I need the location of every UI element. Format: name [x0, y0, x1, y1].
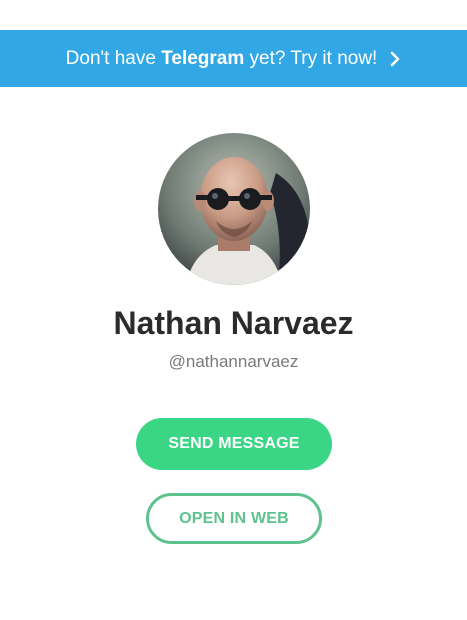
- banner-text-after: yet? Try it now!: [244, 47, 378, 69]
- profile-name: Nathan Narvaez: [113, 305, 354, 341]
- open-in-web-button[interactable]: OPEN IN WEB: [146, 493, 322, 544]
- user-photo-icon: [158, 133, 310, 285]
- avatar: [158, 133, 310, 285]
- banner-text-before: Don't have: [65, 47, 162, 69]
- install-telegram-banner[interactable]: Don't have Telegram yet? Try it now!: [0, 30, 467, 87]
- send-message-button[interactable]: SEND MESSAGE: [136, 418, 332, 470]
- telegram-profile-page: Don't have Telegram yet? Try it now! Nat…: [0, 0, 467, 620]
- chevron-right-icon: [389, 51, 401, 67]
- banner-brand: Telegram: [161, 47, 245, 69]
- profile-username: @nathannarvaez: [168, 352, 299, 371]
